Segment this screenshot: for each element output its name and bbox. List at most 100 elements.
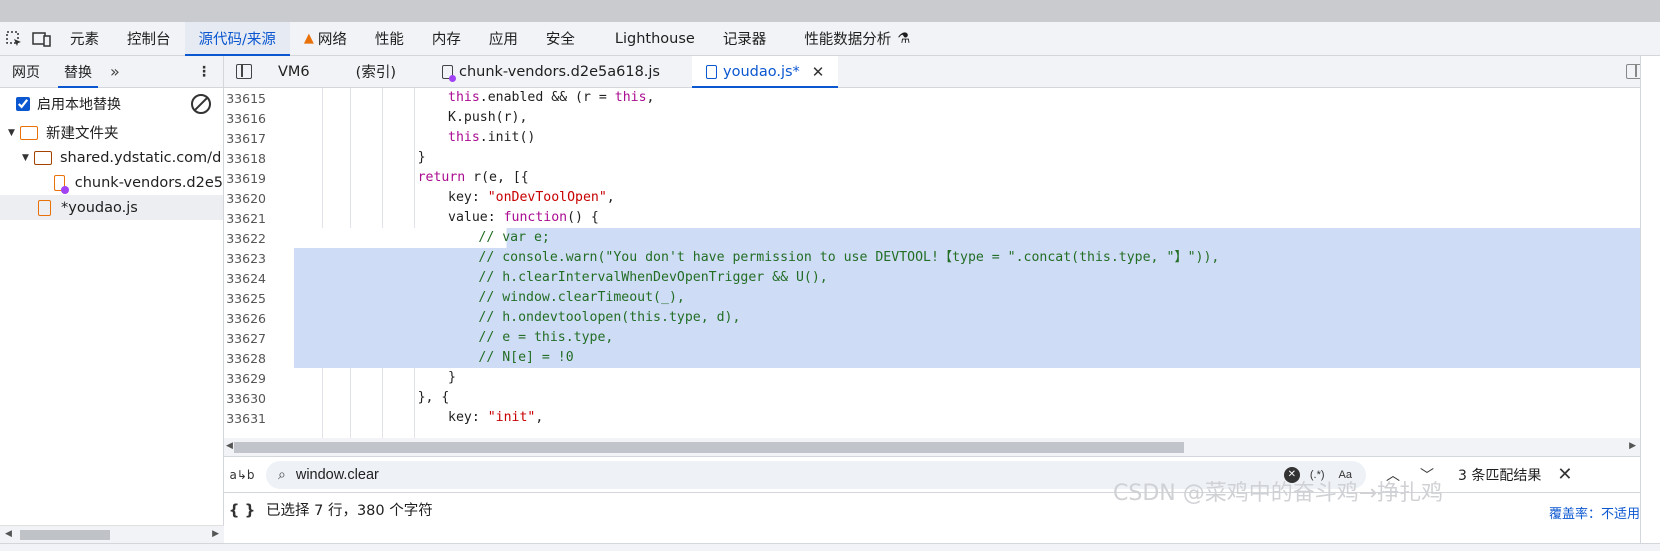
tree-item-youdao[interactable]: *youdao.js xyxy=(0,195,223,220)
line-text: // N[e] = !0 xyxy=(294,348,1640,368)
code-line[interactable]: 33631 key: "init", xyxy=(224,408,1640,428)
tab-lighthouse-label: Lighthouse xyxy=(614,30,695,47)
code-line[interactable]: 33629} xyxy=(224,368,1640,388)
tree-item-chunk-vendors[interactable]: chunk-vendors.d2e5 xyxy=(0,170,223,195)
file-icon xyxy=(706,64,717,79)
line-text: // h.clearIntervalWhenDevOpenTrigger && … xyxy=(294,268,1640,288)
line-number[interactable]: 33631 xyxy=(224,411,294,426)
tab-vm6[interactable]: VM6 xyxy=(264,56,324,87)
file-icon xyxy=(54,174,69,194)
line-number[interactable]: 33624 xyxy=(224,271,294,286)
line-number[interactable]: 33620 xyxy=(224,191,294,206)
tree-item-label: 新建文件夹 xyxy=(46,126,119,142)
tab-recorder[interactable]: 记录器 xyxy=(709,22,781,55)
scroll-left-icon[interactable]: ◀ xyxy=(226,441,233,451)
line-number[interactable]: 33630 xyxy=(224,391,294,406)
tab-index[interactable]: (索引) xyxy=(342,56,410,87)
expand-arrow-icon[interactable]: ▼ xyxy=(8,128,20,138)
pretty-print-icon[interactable]: { } xyxy=(224,501,260,519)
editor-hscrollbar[interactable]: ◀ ▶ xyxy=(224,438,1640,456)
code-line[interactable]: 33622// var e; xyxy=(224,228,1640,248)
code-line[interactable]: 33624// h.clearIntervalWhenDevOpenTrigge… xyxy=(224,268,1640,288)
line-number[interactable]: 33615 xyxy=(224,91,294,106)
devtools-toolbar: 元素 控制台 源代码/来源 ▲ 网络 性能 内存 应用 安全 Lighthouse… xyxy=(0,22,1660,56)
line-text: }, { xyxy=(417,390,450,405)
tab-performance-label: 性能 xyxy=(374,32,404,48)
tab-console[interactable]: 控制台 xyxy=(113,22,185,55)
line-number[interactable]: 33625 xyxy=(224,291,294,306)
line-number[interactable]: 33623 xyxy=(224,251,294,266)
sources-navigator: 网页 替换 » ⋮ 启用本地替换 ▼ 新建文件夹 ▼ shared.ydstat… xyxy=(0,56,224,543)
line-number[interactable]: 33627 xyxy=(224,331,294,346)
tab-elements[interactable]: 元素 xyxy=(56,22,113,55)
enable-local-overrides-checkbox[interactable] xyxy=(16,97,30,111)
line-text: this.enabled && (r = this, xyxy=(448,90,655,105)
tab-elements-label: 元素 xyxy=(70,32,99,48)
code-line[interactable]: 33628// N[e] = !0 xyxy=(224,348,1640,368)
line-number[interactable]: 33619 xyxy=(224,171,294,186)
code-line[interactable]: 33615 this.enabled && (r = this, xyxy=(224,88,1640,108)
scroll-right-icon[interactable]: ▶ xyxy=(212,529,219,539)
line-number[interactable]: 33622 xyxy=(224,231,294,246)
code-line[interactable]: 33616 K.push(r), xyxy=(224,108,1640,128)
code-line[interactable]: 33625// window.clearTimeout(_), xyxy=(224,288,1640,308)
line-number[interactable]: 33629 xyxy=(224,371,294,386)
more-options-icon[interactable]: ⋮ xyxy=(185,56,223,87)
tab-label: VM6 xyxy=(278,63,310,80)
tree-item-label: *youdao.js xyxy=(61,199,138,216)
more-tabs-icon[interactable]: » xyxy=(104,56,126,87)
tab-page[interactable]: 网页 xyxy=(0,56,52,87)
toggle-navigator-icon[interactable] xyxy=(224,56,264,87)
code-line[interactable]: 33627// e = this.type, xyxy=(224,328,1640,348)
code-line[interactable]: 33617 this.init() xyxy=(224,128,1640,148)
toggle-replace-icon[interactable]: a↳b xyxy=(224,468,260,482)
window-top-strip xyxy=(0,0,1660,22)
line-number[interactable]: 33626 xyxy=(224,311,294,326)
tab-security[interactable]: 安全 xyxy=(532,22,589,55)
line-number[interactable]: 33628 xyxy=(224,351,294,366)
code-area[interactable]: 33615 this.enabled && (r = this, 33616 K.pu… xyxy=(224,88,1640,438)
line-number[interactable]: 33616 xyxy=(224,111,294,126)
tree-item-domain[interactable]: ▼ shared.ydstatic.com/d xyxy=(0,145,223,170)
tab-page-label: 网页 xyxy=(12,64,40,81)
inspect-element-icon[interactable] xyxy=(0,22,28,55)
code-line[interactable]: 33618} xyxy=(224,148,1640,168)
line-text: // var e; xyxy=(294,228,1640,248)
tab-lighthouse[interactable]: Lighthouse xyxy=(601,22,709,55)
tab-memory[interactable]: 内存 xyxy=(418,22,475,55)
tab-performance-insights[interactable]: 性能数据分析 ⚗ xyxy=(790,22,924,55)
navigator-hscrollbar[interactable]: ◀ ▶ xyxy=(0,525,224,543)
coverage-link[interactable]: 覆盖率：不适用 xyxy=(1549,503,1640,522)
scroll-left-icon[interactable]: ◀ xyxy=(5,529,12,539)
scroll-right-icon[interactable]: ▶ xyxy=(1629,441,1636,451)
tab-overrides[interactable]: 替换 xyxy=(52,56,104,88)
enable-local-overrides-label[interactable]: 启用本地替换 xyxy=(37,94,121,114)
tab-chunk-vendors[interactable]: chunk-vendors.d2e5a618.js xyxy=(428,56,674,87)
tab-youdao[interactable]: youdao.js* ✕ xyxy=(692,56,839,88)
clear-overrides-icon[interactable] xyxy=(191,94,211,114)
tab-sources[interactable]: 源代码/来源 xyxy=(184,22,291,56)
code-line[interactable]: 33630 }, { xyxy=(224,388,1640,408)
line-number[interactable]: 33621 xyxy=(224,211,294,226)
code-line[interactable]: 33620 key: "onDevToolOpen", xyxy=(224,188,1640,208)
device-toolbar-icon[interactable] xyxy=(28,22,56,55)
expand-arrow-icon[interactable]: ▼ xyxy=(22,153,34,163)
code-line[interactable]: 33619 return r(e, [{ xyxy=(224,168,1640,188)
warning-icon: ▲ xyxy=(303,31,314,46)
tab-application[interactable]: 应用 xyxy=(475,22,532,55)
code-line[interactable]: 33621 value: function() { xyxy=(224,208,1640,228)
tree-item-folder[interactable]: ▼ 新建文件夹 xyxy=(0,120,223,145)
tab-performance[interactable]: 性能 xyxy=(361,22,418,55)
line-text: // e = this.type, xyxy=(294,328,1640,348)
line-text: // h.ondevtoolopen(this.type, d), xyxy=(294,308,1640,328)
code-line[interactable]: 33626// h.ondevtoolopen(this.type, d), xyxy=(224,308,1640,328)
flask-icon: ⚗ xyxy=(897,30,911,47)
scroll-thumb[interactable] xyxy=(20,530,110,540)
close-tab-icon[interactable]: ✕ xyxy=(812,63,825,81)
code-line[interactable]: 33623// console.warn("You don't have per… xyxy=(224,248,1640,268)
scroll-thumb[interactable] xyxy=(234,442,1184,453)
close-search-icon[interactable]: ✕ xyxy=(1557,464,1572,485)
line-number[interactable]: 33618 xyxy=(224,151,294,166)
tab-network[interactable]: ▲ 网络 xyxy=(290,22,361,55)
line-number[interactable]: 33617 xyxy=(224,131,294,146)
